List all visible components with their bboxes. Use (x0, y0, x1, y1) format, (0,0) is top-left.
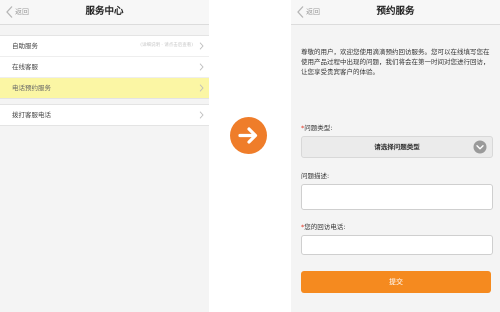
list-item-phone-appointment[interactable]: 电话预约服务 (0, 78, 209, 98)
appointment-screen: 返回 预约服务 尊敬的用户，欢迎您使用滴滴预约回访服务。您可以在线填写您在使用产… (291, 0, 500, 312)
arrow-right-icon (238, 127, 258, 144)
list-item-call-support[interactable]: 拨打客服电话 (0, 105, 209, 125)
phone-label-text: 您的回访电话: (304, 223, 346, 231)
chevron-down-circle-icon (473, 140, 487, 154)
back-label: 返回 (15, 8, 29, 16)
chevron-right-icon (199, 42, 204, 50)
service-center-screen: 返回 服务中心 自助服务 (详细说明 · 请点击后查看) 在线客服 电话预约服务… (0, 0, 209, 312)
phone-label: *您的回访电话: (301, 221, 345, 231)
problem-type-select[interactable]: 请选择问题类型 (301, 136, 493, 158)
intro-text: 尊敬的用户，欢迎您使用滴滴预约回访服务。您可以在线填写您在使用产品过程中出现的问… (301, 48, 490, 76)
back-label: 返回 (306, 8, 320, 16)
chevron-left-icon (297, 6, 304, 18)
chevron-left-icon (6, 6, 13, 18)
type-label: *问题类型: (301, 122, 332, 132)
call-list: 拨打客服电话 (0, 104, 209, 126)
back-button[interactable]: 返回 (5, 5, 29, 19)
submit-button[interactable]: 提交 (301, 271, 491, 293)
type-label-text: 问题类型: (304, 124, 333, 132)
navbar: 返回 预约服务 (291, 0, 500, 25)
chevron-right-icon (199, 111, 204, 119)
chevron-right-icon (199, 84, 204, 92)
page-title: 服务中心 (85, 6, 124, 17)
back-button[interactable]: 返回 (296, 5, 320, 19)
navbar: 返回 服务中心 (0, 0, 209, 25)
list-item-label: 自助服务 (12, 42, 38, 50)
description-field[interactable] (301, 184, 493, 210)
list-item-label: 电话预约服务 (12, 84, 51, 92)
service-list: 自助服务 (详细说明 · 请点击后查看) 在线客服 电话预约服务 (0, 35, 209, 99)
list-item-self-service[interactable]: 自助服务 (详细说明 · 请点击后查看) (0, 36, 209, 57)
description-label: 问题描述: (301, 172, 330, 180)
chevron-right-icon (199, 63, 204, 71)
list-item-extra: (详细说明 · 请点击后查看) (140, 43, 193, 48)
select-value: 请选择问题类型 (374, 143, 420, 151)
list-item-label: 拨打客服电话 (12, 111, 51, 119)
phone-field[interactable] (301, 235, 493, 255)
transition-arrow (230, 117, 267, 154)
list-item-label: 在线客服 (12, 63, 38, 71)
page-title: 预约服务 (376, 6, 415, 17)
list-item-online-support[interactable]: 在线客服 (0, 57, 209, 78)
